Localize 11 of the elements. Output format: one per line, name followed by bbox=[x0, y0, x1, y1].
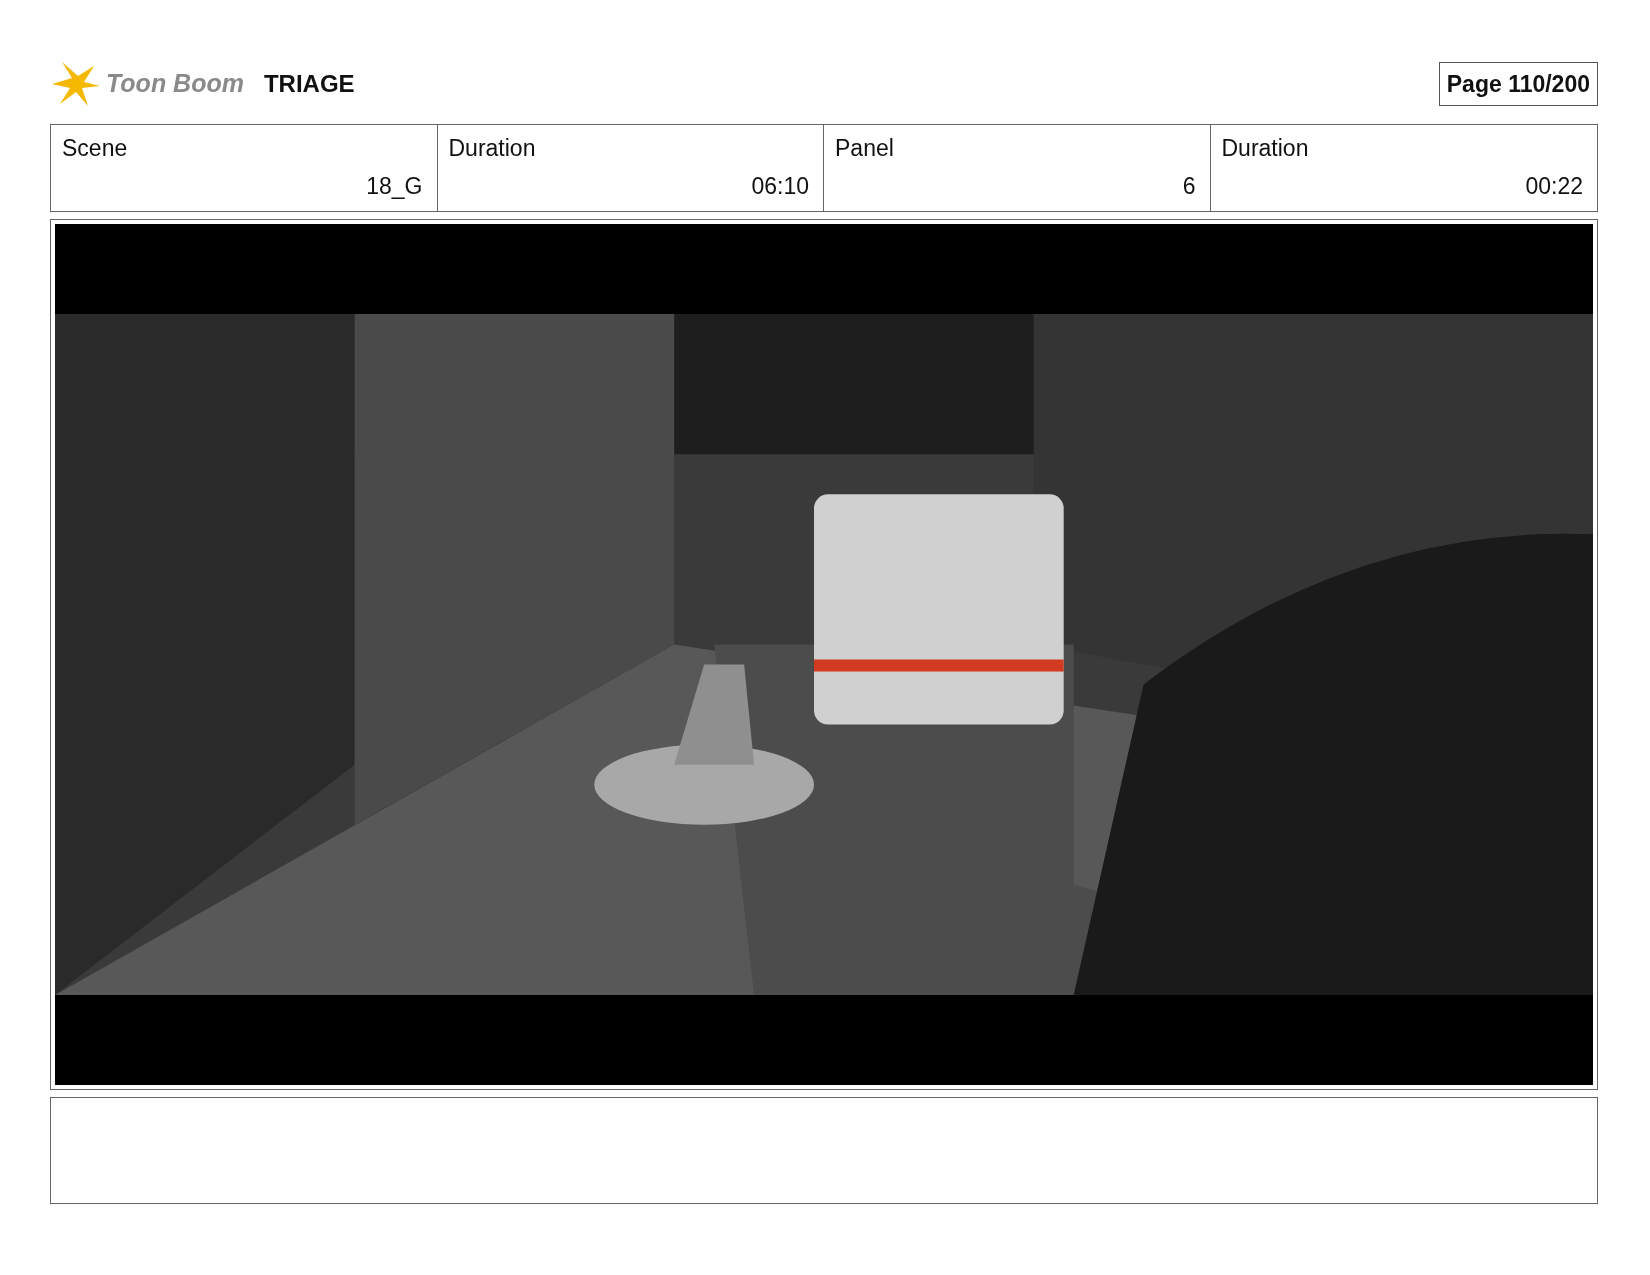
page-number: Page 110/200 bbox=[1438, 61, 1598, 107]
field-label: Scene bbox=[62, 134, 129, 163]
field-label: Panel bbox=[835, 134, 895, 163]
field-value: 18_G bbox=[366, 171, 423, 201]
project-title: TRIAGE bbox=[263, 69, 355, 99]
logo-text: Toon Boom bbox=[106, 68, 244, 100]
field-label: Duration bbox=[1221, 134, 1310, 163]
field-value: 6 bbox=[1182, 171, 1196, 201]
field-value: 06:10 bbox=[751, 171, 809, 201]
field-label: Duration bbox=[448, 134, 537, 163]
field-value: 00:22 bbox=[1525, 171, 1583, 201]
